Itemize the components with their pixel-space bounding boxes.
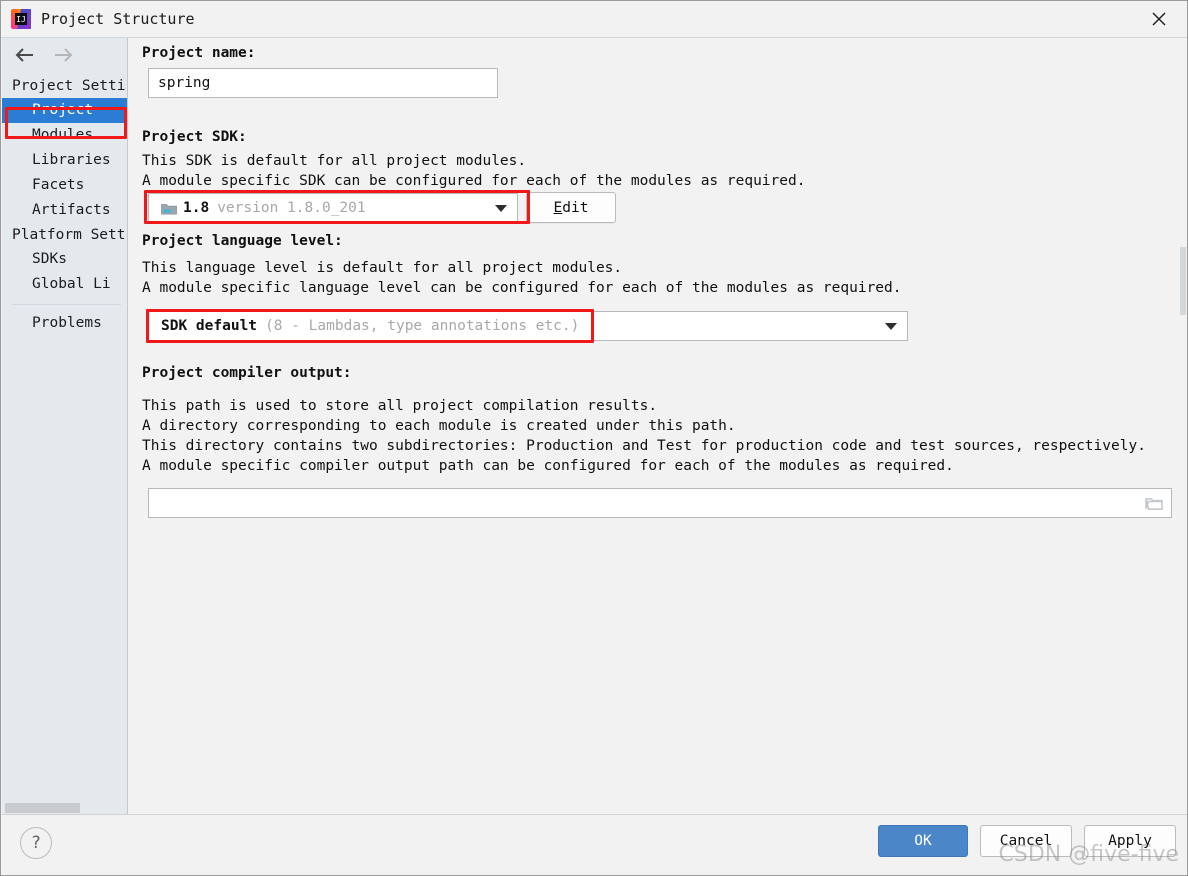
intellij-idea-logo-icon: IJ	[11, 9, 31, 29]
project-name-input[interactable]: spring	[148, 68, 498, 98]
sidebar-horizontal-scrollbar[interactable]	[3, 801, 127, 815]
sidebar-scrollbar-thumb[interactable]	[5, 803, 80, 813]
sidebar-item-sdks[interactable]: SDKs	[2, 247, 127, 272]
project-name-label: Project name:	[142, 45, 256, 61]
help-button[interactable]: ?	[20, 827, 52, 859]
compiler-output-desc-1: This path is used to store all project c…	[142, 398, 658, 414]
dialog-footer: ? OK Cancel Apply	[2, 814, 1187, 874]
project-sdk-desc-1: This SDK is default for all project modu…	[142, 153, 527, 169]
sidebar-item-facets[interactable]: Facets	[2, 173, 127, 198]
project-sdk-desc-2: A module specific SDK can be configured …	[142, 173, 806, 189]
compiler-output-input[interactable]	[148, 488, 1172, 518]
folder-icon	[161, 202, 177, 215]
close-icon[interactable]	[1131, 1, 1187, 37]
language-level-name: SDK default	[161, 318, 258, 334]
project-name-value: spring	[158, 75, 211, 91]
sidebar-group-platform-settings: Platform Sett	[12, 227, 126, 243]
content-scrollbar-thumb[interactable]	[1180, 247, 1186, 315]
title-bar: IJ Project Structure	[1, 1, 1187, 38]
sidebar-item-problems[interactable]: Problems	[2, 311, 127, 336]
sidebar-item-libraries[interactable]: Libraries	[2, 148, 127, 173]
edit-sdk-button[interactable]: Edit	[526, 192, 616, 223]
language-level-detail: (8 - Lambdas, type annotations etc.)	[265, 318, 580, 334]
folder-browse-icon[interactable]	[1144, 496, 1163, 515]
sidebar-group-project-settings: Project Setti	[12, 78, 126, 94]
sidebar-divider	[12, 304, 121, 305]
sidebar-item-artifacts[interactable]: Artifacts	[2, 198, 127, 223]
sidebar-item-modules[interactable]: Modules	[2, 123, 127, 148]
language-level-label: Project language level:	[142, 233, 343, 249]
project-sdk-version: version 1.8.0_201	[217, 200, 366, 216]
ok-button[interactable]: OK	[878, 825, 968, 857]
sidebar-nav-list: Project Setti Project Modules Libraries …	[2, 74, 127, 336]
sidebar-item-global-libraries[interactable]: Global Li	[2, 272, 127, 297]
edit-button-label-rest: dit	[562, 199, 589, 216]
svg-text:IJ: IJ	[16, 15, 26, 24]
project-structure-dialog: IJ Project Structure Project Setti Proje…	[0, 0, 1188, 876]
arrow-left-icon[interactable]	[14, 47, 36, 63]
window-title: Project Structure	[41, 10, 195, 28]
cancel-button[interactable]: Cancel	[980, 825, 1072, 857]
sidebar-nav-arrows	[2, 38, 127, 72]
project-sdk-label: Project SDK:	[142, 129, 247, 145]
compiler-output-desc-4: A module specific compiler output path c…	[142, 458, 954, 474]
compiler-output-label: Project compiler output:	[142, 365, 352, 381]
compiler-output-desc-2: A directory corresponding to each module…	[142, 418, 736, 434]
apply-button[interactable]: Apply	[1084, 825, 1176, 857]
language-level-combobox[interactable]: SDK default (8 - Lambdas, type annotatio…	[148, 311, 908, 341]
language-level-desc-2: A module specific language level can be …	[142, 280, 902, 296]
arrow-right-icon[interactable]	[52, 47, 74, 63]
content-vertical-scrollbar[interactable]	[1179, 38, 1187, 815]
sidebar: Project Setti Project Modules Libraries …	[2, 38, 128, 815]
language-level-desc-1: This language level is default for all p…	[142, 260, 623, 276]
compiler-output-desc-3: This directory contains two subdirectori…	[142, 438, 1146, 454]
chevron-down-icon[interactable]	[885, 323, 897, 330]
sidebar-item-project[interactable]: Project	[2, 98, 127, 123]
project-sdk-combobox[interactable]: 1.8 version 1.8.0_201	[148, 193, 518, 223]
edit-button-mnemonic: E	[553, 199, 563, 216]
content-pane: Project name: spring Project SDK: This S…	[128, 38, 1187, 815]
chevron-down-icon[interactable]	[495, 205, 507, 212]
project-sdk-name: 1.8	[183, 200, 210, 216]
